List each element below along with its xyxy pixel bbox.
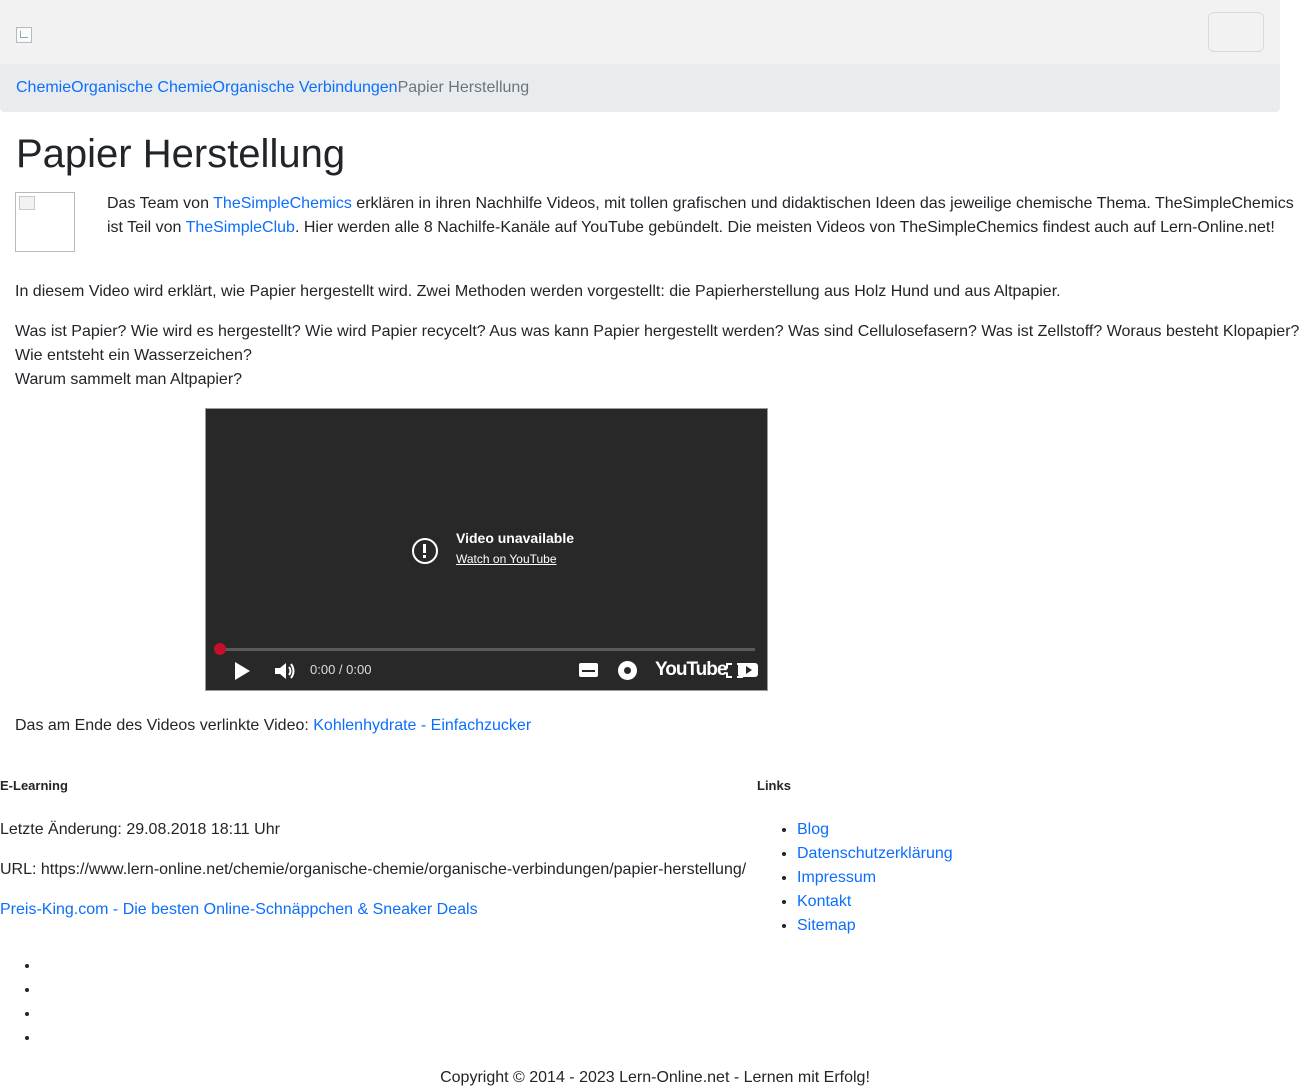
footer-link-datenschutz[interactable]: Datenschutzerklärung <box>797 845 953 862</box>
video-scrubber-handle[interactable] <box>214 643 226 655</box>
navbar-toggle-button[interactable] <box>1208 12 1264 52</box>
footer-link-impressum[interactable]: Impressum <box>797 869 876 886</box>
page-title: Papier Herstellung <box>16 132 346 176</box>
list-item: Blog <box>797 818 953 842</box>
last-change-text: Letzte Änderung: 29.08.2018 18:11 Uhr <box>0 821 280 838</box>
page-url-text: URL: https://www.lern-online.net/chemie/… <box>0 861 747 878</box>
social-links-list <box>0 954 40 1050</box>
intro-paragraph: Das Team von TheSimpleChemics erklären i… <box>107 192 1303 240</box>
thesimplechemics-link[interactable]: TheSimpleChemics <box>213 195 352 212</box>
video-progress-bar[interactable] <box>219 648 755 651</box>
watch-on-youtube-link[interactable]: Watch on YouTube <box>456 552 557 566</box>
footer-link-kontakt[interactable]: Kontakt <box>797 893 851 910</box>
breadcrumb-item-chemie[interactable]: Chemie <box>16 79 71 97</box>
description-paragraph: In diesem Video wird erklärt, wie Papier… <box>15 283 1061 300</box>
breadcrumb-item-organische-verbindungen[interactable]: Organische Verbindungen <box>213 79 398 97</box>
play-icon[interactable] <box>235 662 250 680</box>
question-line-3: Warum sammelt man Altpapier? <box>15 371 243 388</box>
video-unavailable-title: Video unavailable <box>456 530 575 546</box>
linked-video-paragraph: Das am Ende des Videos verlinkte Video: … <box>15 714 531 738</box>
volume-icon[interactable] <box>274 661 296 681</box>
list-item: Impressum <box>797 866 953 890</box>
site-logo[interactable] <box>16 27 32 43</box>
thesimplechemics-image <box>15 192 75 252</box>
intro-text-3: . Hier werden alle 8 Nachilfe-Kanäle auf… <box>294 219 1275 236</box>
youtube-logo[interactable]: YouTube <box>655 659 727 681</box>
youtube-video-embed[interactable]: Video unavailable Watch on YouTube 0:00 … <box>205 408 768 691</box>
thesimpleclub-link[interactable]: TheSimpleClub <box>186 219 295 236</box>
question-line-2: Wie entsteht ein Wasserzeichen? <box>15 347 252 364</box>
copyright: Copyright © 2014 - 2023 Lern-Online.net … <box>440 1069 870 1086</box>
footer-link-blog[interactable]: Blog <box>797 821 829 838</box>
footer-links-list: Blog Datenschutzerklärung Impressum Kont… <box>757 818 953 938</box>
captions-icon[interactable] <box>579 663 598 677</box>
footer-link-sitemap[interactable]: Sitemap <box>797 917 856 934</box>
navbar <box>0 0 1280 64</box>
linked-video-label: Das am Ende des Videos verlinkte Video: <box>15 717 314 734</box>
partner-paragraph: Preis-King.com - Die besten Online-Schnä… <box>0 898 478 922</box>
list-item: Datenschutzerklärung <box>797 842 953 866</box>
breadcrumb-current: Papier Herstellung <box>397 79 530 96</box>
footer-elearning-heading: E-Learning <box>0 778 68 793</box>
alert-icon <box>412 538 438 564</box>
video-time: 0:00 / 0:00 <box>310 662 372 677</box>
breadcrumb: Chemie Organische Chemie Organische Verb… <box>0 64 1280 112</box>
footer-links-heading: Links <box>757 778 791 793</box>
list-item: Kontakt <box>797 890 953 914</box>
question-line-1: Was ist Papier? Wie wird es hergestellt?… <box>15 323 1300 340</box>
breadcrumb-item-organische-chemie[interactable]: Organische Chemie <box>71 79 212 97</box>
list-item: Sitemap <box>797 914 953 938</box>
questions-paragraph: Was ist Papier? Wie wird es hergestellt?… <box>15 320 1299 392</box>
intro-text-1: Das Team von <box>107 195 214 212</box>
preis-king-link[interactable]: Preis-King.com - Die besten Online-Schnä… <box>0 901 478 918</box>
settings-icon[interactable] <box>618 661 637 680</box>
youtube-mini-icon[interactable] <box>738 663 758 677</box>
linked-video-link[interactable]: Kohlenhydrate - Einfachzucker <box>313 717 531 734</box>
